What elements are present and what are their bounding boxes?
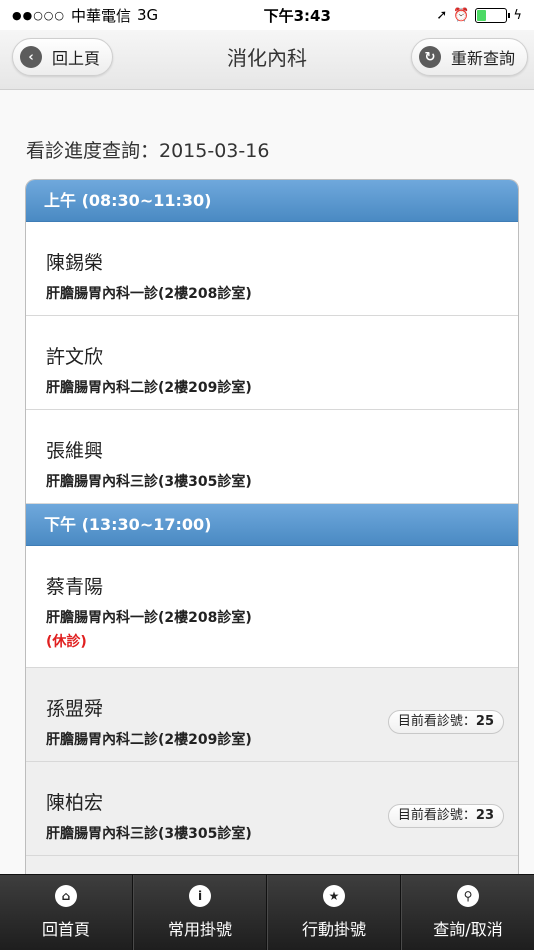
status-time: 下午3:43 [263, 6, 331, 25]
clinic-room: 肝膽腸胃內科二診(2樓209診室) [46, 380, 252, 396]
tab-label: 回首頁 [41, 920, 90, 939]
signal-strength-icon: ●●○○○ [12, 8, 65, 22]
doctor-name: 蔡青陽 [46, 576, 104, 598]
search-icon: ⚲ [457, 885, 479, 907]
schedule-list: 上午 (08:30~11:30) 陳錫榮 肝膽腸胃內科一診(2樓208診室) 許… [25, 179, 519, 874]
doctor-list-item[interactable]: 孫盟舜 肝膽腸胃內科二診(2樓209診室) 目前看診號：25 [26, 668, 518, 762]
clinic-room: 肝膽腸胃內科一診(2樓208診室) [46, 286, 252, 302]
clinic-room: 肝膽腸胃內科一診(2樓208診室) [46, 610, 252, 626]
doctor-name: 陳錫榮 [46, 252, 104, 274]
doctor-list-item[interactable]: 蔡青陽 肝膽腸胃內科一診(2樓208診室) (休診) [26, 546, 518, 668]
tab-favorite-registration[interactable]: i 常用掛號 [133, 875, 267, 950]
current-number-value: 25 [475, 714, 494, 729]
tab-query-cancel[interactable]: ⚲ 查詢/取消 [401, 875, 534, 950]
back-arrow-icon: ‹ [20, 46, 42, 68]
info-icon: i [189, 885, 211, 907]
current-number-value: 23 [475, 808, 494, 823]
tab-label: 查詢/取消 [433, 920, 503, 939]
doctor-list-item[interactable]: 陳柏宏 肝膽腸胃內科三診(3樓305診室) 目前看診號：23 [26, 762, 518, 856]
home-icon: ⌂ [55, 885, 77, 907]
carrier-name: 中華電信 [71, 6, 132, 25]
battery-icon [475, 7, 511, 23]
clinic-closed-status: (休診) [46, 634, 87, 650]
status-left: ●●○○○ 中華電信 3G [12, 5, 158, 26]
refresh-button[interactable]: ↻ 重新查詢 [410, 38, 528, 76]
star-icon: ★ [323, 885, 345, 907]
doctor-name: 張維興 [46, 440, 104, 462]
doctor-list-item[interactable]: 許文欣 肝膽腸胃內科二診(2樓209診室) [26, 316, 518, 410]
tab-home[interactable]: ⌂ 回首頁 [0, 875, 133, 950]
charging-bolt-icon: ϟ [513, 7, 522, 23]
refresh-button-label: 重新查詢 [450, 49, 515, 68]
network-type: 3G [137, 6, 159, 24]
doctor-list-item[interactable] [26, 856, 518, 874]
page-title: 看診進度查詢：2015-03-16 [26, 140, 270, 162]
status-bar: ●●○○○ 中華電信 3G 下午3:43 ➚ ⏰ ϟ [0, 0, 534, 30]
session-header-morning: 上午 (08:30~11:30) [26, 180, 518, 222]
tab-mobile-registration[interactable]: ★ 行動掛號 [267, 875, 401, 950]
current-number-badge: 目前看診號：23 [387, 804, 504, 828]
doctor-list-item[interactable]: 張維興 肝膽腸胃內科三診(3樓305診室) [26, 410, 518, 504]
tab-label: 行動掛號 [301, 920, 366, 939]
current-number-label: 目前看診號： [397, 808, 476, 823]
current-number-label: 目前看診號： [397, 714, 476, 729]
nav-header: 消化內科 ‹ 回上頁 ↻ 重新查詢 [0, 30, 534, 90]
session-header-afternoon: 下午 (13:30~17:00) [26, 504, 518, 546]
doctor-name: 許文欣 [46, 346, 104, 368]
current-number-badge: 目前看診號：25 [387, 710, 504, 734]
location-arrow-icon: ➚ [436, 7, 448, 23]
alarm-clock-icon: ⏰ [453, 7, 470, 23]
clinic-room: 肝膽腸胃內科三診(3樓305診室) [46, 474, 252, 490]
back-button-label: 回上頁 [52, 49, 101, 68]
back-button[interactable]: ‹ 回上頁 [12, 38, 114, 76]
status-right: ➚ ⏰ ϟ [436, 7, 522, 23]
tab-label: 常用掛號 [167, 920, 232, 939]
bottom-tab-bar: ⌂ 回首頁 i 常用掛號 ★ 行動掛號 ⚲ 查詢/取消 [0, 874, 534, 950]
main-content[interactable]: 看診進度查詢：2015-03-16 上午 (08:30~11:30) 陳錫榮 肝… [0, 90, 534, 874]
refresh-icon: ↻ [418, 46, 441, 68]
doctor-list-item[interactable]: 陳錫榮 肝膽腸胃內科一診(2樓208診室) [26, 222, 518, 316]
